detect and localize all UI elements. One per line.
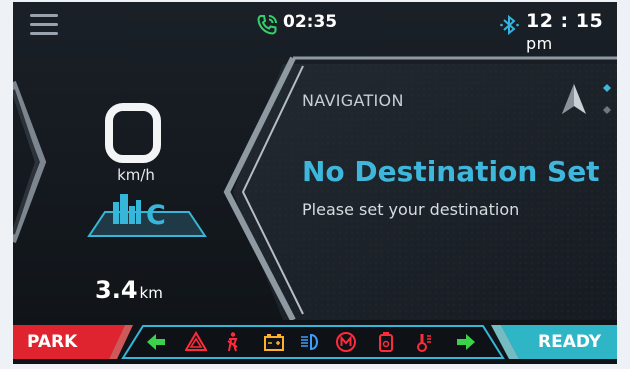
seatbelt-icon [227, 332, 238, 352]
city-mode-icon [113, 194, 141, 224]
navigation-pager-icon[interactable] [601, 82, 613, 118]
speed-unit: km/h [117, 166, 155, 184]
odometer-value: 3.4 [95, 276, 138, 304]
navigation-arrow-icon[interactable] [561, 82, 587, 116]
battery-icon [264, 334, 284, 351]
bottom-bar: PARK READY [13, 320, 617, 364]
oil-icon [379, 332, 393, 352]
dashboard-screen: 02:35 12 : 15 pm km/h C 3.4 km NAVIGATIO… [13, 2, 617, 364]
ready-label: READY [538, 332, 602, 352]
odometer-unit: km [139, 284, 163, 302]
drive-mode-indicator [87, 194, 207, 237]
navigation-title: NAVIGATION [302, 91, 404, 110]
speed-readout [105, 103, 161, 163]
left-turn-icon [147, 334, 165, 350]
park-label: PARK [27, 332, 78, 352]
navigation-subtitle: Please set your destination [302, 200, 520, 219]
hazard-icon [185, 331, 207, 351]
odometer: 3.4 km [95, 276, 163, 304]
navigation-heading: No Destination Set [302, 155, 600, 188]
drive-mode-label: C [146, 200, 166, 231]
temperature-icon [417, 334, 431, 352]
right-turn-icon [457, 334, 475, 350]
headlight-icon [301, 333, 318, 351]
motor-warning-icon [336, 332, 356, 352]
